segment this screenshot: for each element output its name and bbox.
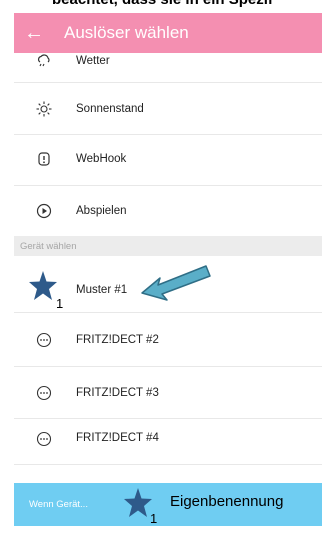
back-button[interactable]: ← [14,13,54,53]
trigger-label: Wetter [76,55,110,67]
caption-text: beachtet, dass sie in ein Spezif [52,0,273,8]
play-icon [36,203,52,219]
device-label: FRITZ!DECT #2 [76,334,159,346]
page-title: Auslöser wählen [64,23,189,42]
sun-icon [36,101,52,117]
caption-strip: beachtet, dass sie in ein Spezif [0,0,322,13]
webhook-icon [36,151,52,167]
device-icon [36,332,52,348]
footer-label: Wenn Gerät... [29,499,88,510]
trigger-label: Sonnenstand [76,103,144,115]
section-header-label: Gerät wählen [20,240,77,252]
annotation-arrow-icon [141,265,211,301]
device-item-fritzdect-3[interactable]: FRITZ!DECT #3 [14,367,322,419]
device-label: FRITZ!DECT #4 [76,432,159,444]
app-header: ← Auslöser wählen [14,13,322,53]
device-icon [36,385,52,401]
footer-annotation: Eigenbenennung [170,493,284,510]
trigger-label: Abspielen [76,205,127,217]
footer-annotation-subscript: 1 [150,511,158,526]
arrow-left-icon: ← [24,21,44,44]
footer-bar[interactable]: Wenn Gerät... Eigenbenennung [14,483,322,526]
device-icon [36,431,52,447]
trigger-item-sonnenstand[interactable]: Sonnenstand [14,83,322,135]
weather-icon [36,53,52,69]
trigger-label: WebHook [76,153,127,165]
footer-annotation-star-icon [124,488,152,517]
trigger-item-abspielen[interactable]: Abspielen [14,186,322,236]
trigger-item-webhook[interactable]: WebHook [14,135,322,186]
device-label: Muster #1 [76,284,128,296]
device-label: FRITZ!DECT #3 [76,387,159,399]
annotation-star-icon [29,271,57,300]
annotation-subscript: 1 [56,296,64,311]
device-item-fritzdect-2[interactable]: FRITZ!DECT #2 [14,313,322,367]
section-header-devices: Gerät wählen [14,236,322,256]
trigger-item-wetter[interactable]: Wetter [14,53,322,83]
device-item-fritzdect-4[interactable]: FRITZ!DECT #4 [14,419,322,465]
